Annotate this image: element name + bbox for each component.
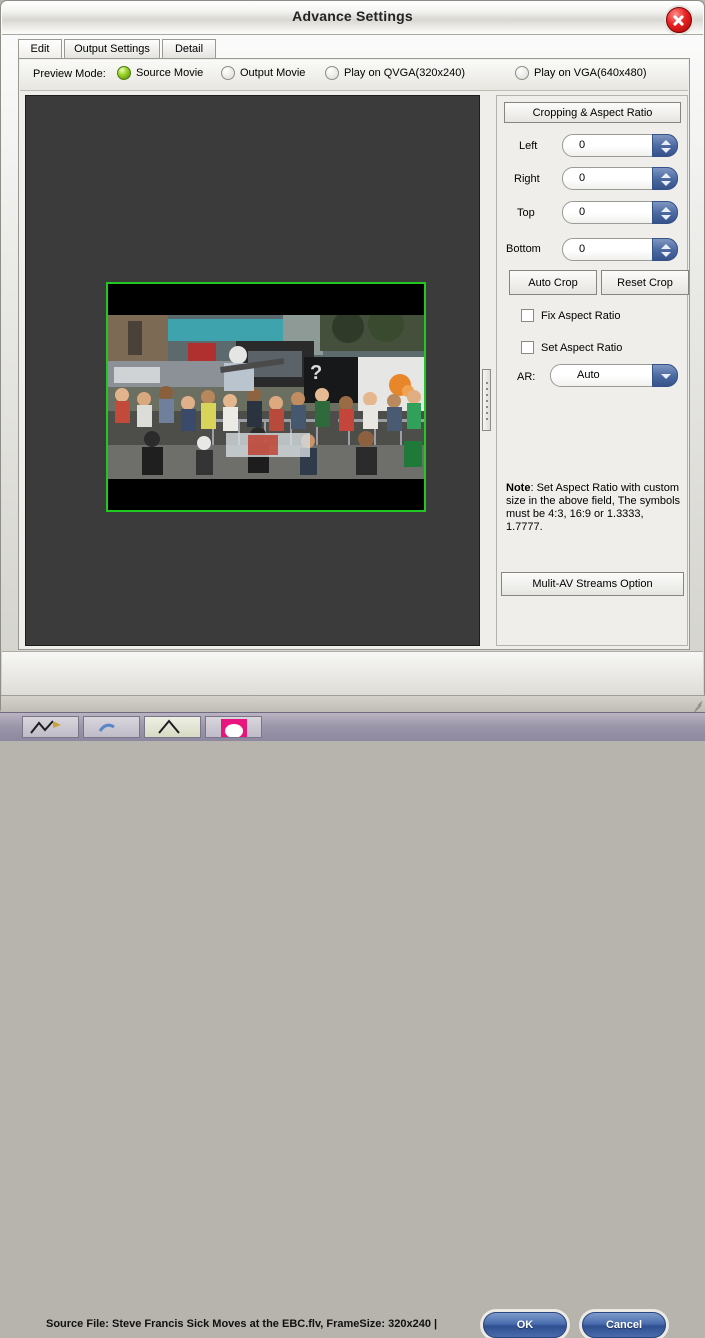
- resize-grip-icon[interactable]: [691, 699, 703, 715]
- auto-crop-label: Auto Crop: [528, 277, 578, 289]
- reset-crop-button[interactable]: Reset Crop: [601, 270, 689, 295]
- set-aspect-ratio-checkbox[interactable]: [521, 341, 534, 354]
- taskbar: [0, 712, 705, 741]
- tab-output-settings[interactable]: Output Settings: [64, 39, 160, 59]
- set-aspect-ratio-label: Set Aspect Ratio: [541, 342, 623, 354]
- aspect-ratio-note: Note: Set Aspect Ratio with custom size …: [506, 482, 682, 534]
- splitter-grip-dot: [486, 400, 488, 402]
- window-title: Advance Settings: [292, 8, 413, 24]
- ar-label: AR:: [517, 371, 536, 383]
- multi-av-streams-option-button[interactable]: Mulit-AV Streams Option: [501, 572, 684, 596]
- svg-text:?: ?: [310, 362, 322, 384]
- video-preview-pane[interactable]: ?: [25, 95, 480, 646]
- bottom-spinner[interactable]: 0: [562, 238, 678, 261]
- advance-settings-dialog: Advance Settings Edit Output Settings De…: [0, 0, 705, 1338]
- cropping-panel-header: Cropping & Aspect Ratio: [504, 102, 681, 123]
- chevron-down-icon[interactable]: [652, 364, 678, 387]
- tab-detail-label: Detail: [174, 43, 204, 55]
- splitter-grip-dot: [486, 382, 488, 384]
- fix-aspect-ratio-checkbox[interactable]: [521, 309, 534, 322]
- radio-play-vga-label: Play on VGA(640x480): [534, 67, 647, 79]
- preview-mode-row: Preview Mode: Source Movie Output Movie …: [20, 60, 688, 91]
- taskbar-item-4[interactable]: [205, 716, 262, 739]
- tab-edit[interactable]: Edit: [18, 39, 62, 59]
- radio-dot-icon: [117, 66, 131, 80]
- ar-dropdown[interactable]: Auto: [550, 364, 678, 387]
- taskbar-item-3[interactable]: [144, 716, 201, 738]
- top-spinner-buttons[interactable]: [652, 201, 678, 224]
- left-label: Left: [519, 140, 538, 152]
- left-value: 0: [579, 139, 586, 151]
- splitter-grip-dot: [486, 418, 488, 420]
- radio-play-qvga-label: Play on QVGA(320x240): [344, 67, 466, 79]
- fix-aspect-ratio-label: Fix Aspect Ratio: [541, 310, 621, 322]
- bottom-value: 0: [579, 243, 586, 255]
- source-file-text: Source File: Steve Francis Sick Moves at…: [46, 1318, 438, 1330]
- radio-dot-icon: [515, 66, 529, 80]
- splitter-grip-dot: [486, 388, 488, 390]
- taskbar-item-1[interactable]: [22, 716, 79, 738]
- right-label: Right: [514, 173, 540, 185]
- top-label: Top: [517, 207, 535, 219]
- reset-crop-label: Reset Crop: [617, 277, 673, 289]
- status-bar: Source File: Steve Francis Sick Moves at…: [2, 651, 703, 1338]
- video-still-graphic: ?: [108, 315, 424, 479]
- video-frame-image: ?: [108, 315, 424, 479]
- splitter-grip-dot: [486, 406, 488, 408]
- radio-source-movie-label: Source Movie: [136, 67, 204, 79]
- right-value: 0: [579, 172, 586, 184]
- tab-edit-label: Edit: [30, 43, 50, 55]
- tab-detail[interactable]: Detail: [162, 39, 216, 59]
- dialog-client-area: Preview Mode: Source Movie Output Movie …: [18, 58, 690, 703]
- title-bar: Advance Settings: [2, 2, 703, 35]
- taskbar-icon-4: [221, 719, 247, 739]
- splitter-grip-dot: [486, 412, 488, 414]
- multi-av-label: Mulit-AV Streams Option: [532, 578, 653, 590]
- cropping-panel-header-label: Cropping & Aspect Ratio: [532, 107, 653, 119]
- ok-label: OK: [516, 1319, 534, 1331]
- radio-output-movie-label: Output Movie: [240, 67, 306, 79]
- note-text: : Set Aspect Ratio with custom size in t…: [506, 482, 681, 533]
- taskbar-icon-3: [158, 719, 180, 734]
- top-value: 0: [579, 206, 586, 218]
- bottom-spinner-buttons[interactable]: [652, 238, 678, 261]
- right-spinner-buttons[interactable]: [652, 167, 678, 190]
- left-spinner[interactable]: 0: [562, 134, 678, 157]
- cropping-panel: Cropping & Aspect Ratio Left 0 Right 0 T…: [496, 95, 689, 646]
- radio-dot-icon: [221, 66, 235, 80]
- tab-output-settings-label: Output Settings: [74, 43, 150, 55]
- taskbar-icon-2: [98, 723, 115, 732]
- cancel-label: Cancel: [605, 1319, 643, 1331]
- top-spinner[interactable]: 0: [562, 201, 678, 224]
- cancel-button[interactable]: Cancel: [582, 1312, 666, 1338]
- bottom-label: Bottom: [506, 243, 541, 255]
- close-icon[interactable]: [666, 7, 692, 33]
- ar-value: Auto: [577, 369, 600, 381]
- pane-splitter[interactable]: [482, 369, 491, 431]
- taskbar-item-2[interactable]: [83, 716, 140, 738]
- note-strong: Note: [506, 482, 531, 494]
- splitter-grip-dot: [486, 394, 488, 396]
- taskbar-icon-1: [30, 720, 61, 734]
- tab-strip: Edit Output Settings Detail: [18, 39, 690, 59]
- preview-mode-label: Preview Mode:: [33, 68, 106, 80]
- radio-dot-icon: [325, 66, 339, 80]
- ok-button[interactable]: OK: [483, 1312, 567, 1338]
- video-crop-frame[interactable]: ?: [106, 282, 426, 512]
- left-spinner-buttons[interactable]: [652, 134, 678, 157]
- auto-crop-button[interactable]: Auto Crop: [509, 270, 597, 295]
- right-spinner[interactable]: 0: [562, 167, 678, 190]
